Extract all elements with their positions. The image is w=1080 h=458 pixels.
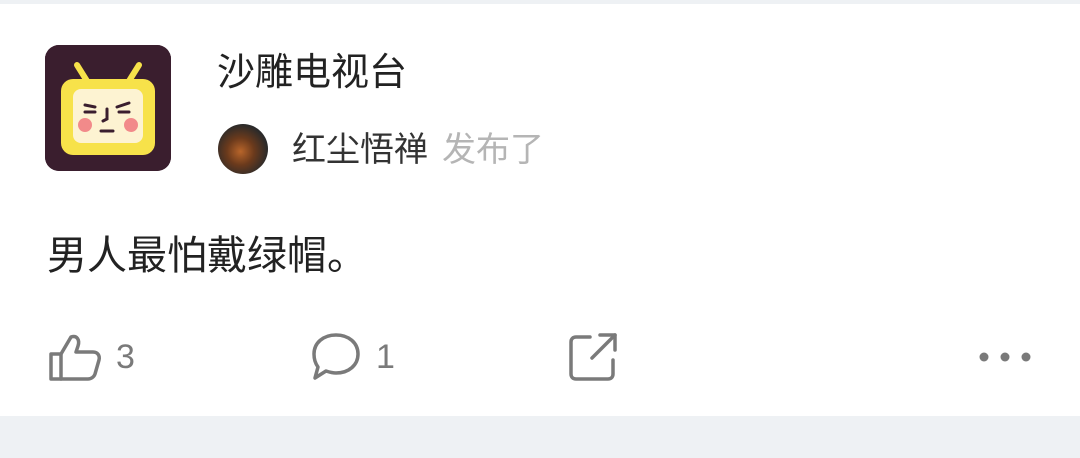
share-button[interactable] bbox=[568, 330, 618, 384]
speech-bubble-icon bbox=[310, 332, 362, 382]
more-dots-icon bbox=[976, 347, 1034, 367]
bottom-separator bbox=[0, 416, 1080, 458]
group-avatar[interactable] bbox=[45, 45, 171, 171]
comment-button[interactable]: 1 bbox=[310, 330, 395, 384]
comment-count: 1 bbox=[376, 337, 395, 376]
publish-action-label: 发布了 bbox=[442, 130, 544, 170]
thumbs-up-icon bbox=[48, 332, 102, 382]
like-button[interactable]: 3 bbox=[48, 330, 135, 384]
author-avatar[interactable] bbox=[218, 124, 268, 174]
tv-mascot-icon bbox=[45, 45, 171, 171]
share-icon bbox=[568, 332, 618, 382]
group-name[interactable]: 沙雕电视台 bbox=[217, 44, 407, 100]
more-button[interactable] bbox=[976, 330, 1034, 384]
post-content[interactable]: 男人最怕戴绿帽。 bbox=[47, 225, 367, 287]
post-byline: 红尘悟禅 发布了 bbox=[292, 126, 544, 174]
like-count: 3 bbox=[116, 337, 135, 376]
author-name[interactable]: 红尘悟禅 bbox=[292, 130, 428, 170]
